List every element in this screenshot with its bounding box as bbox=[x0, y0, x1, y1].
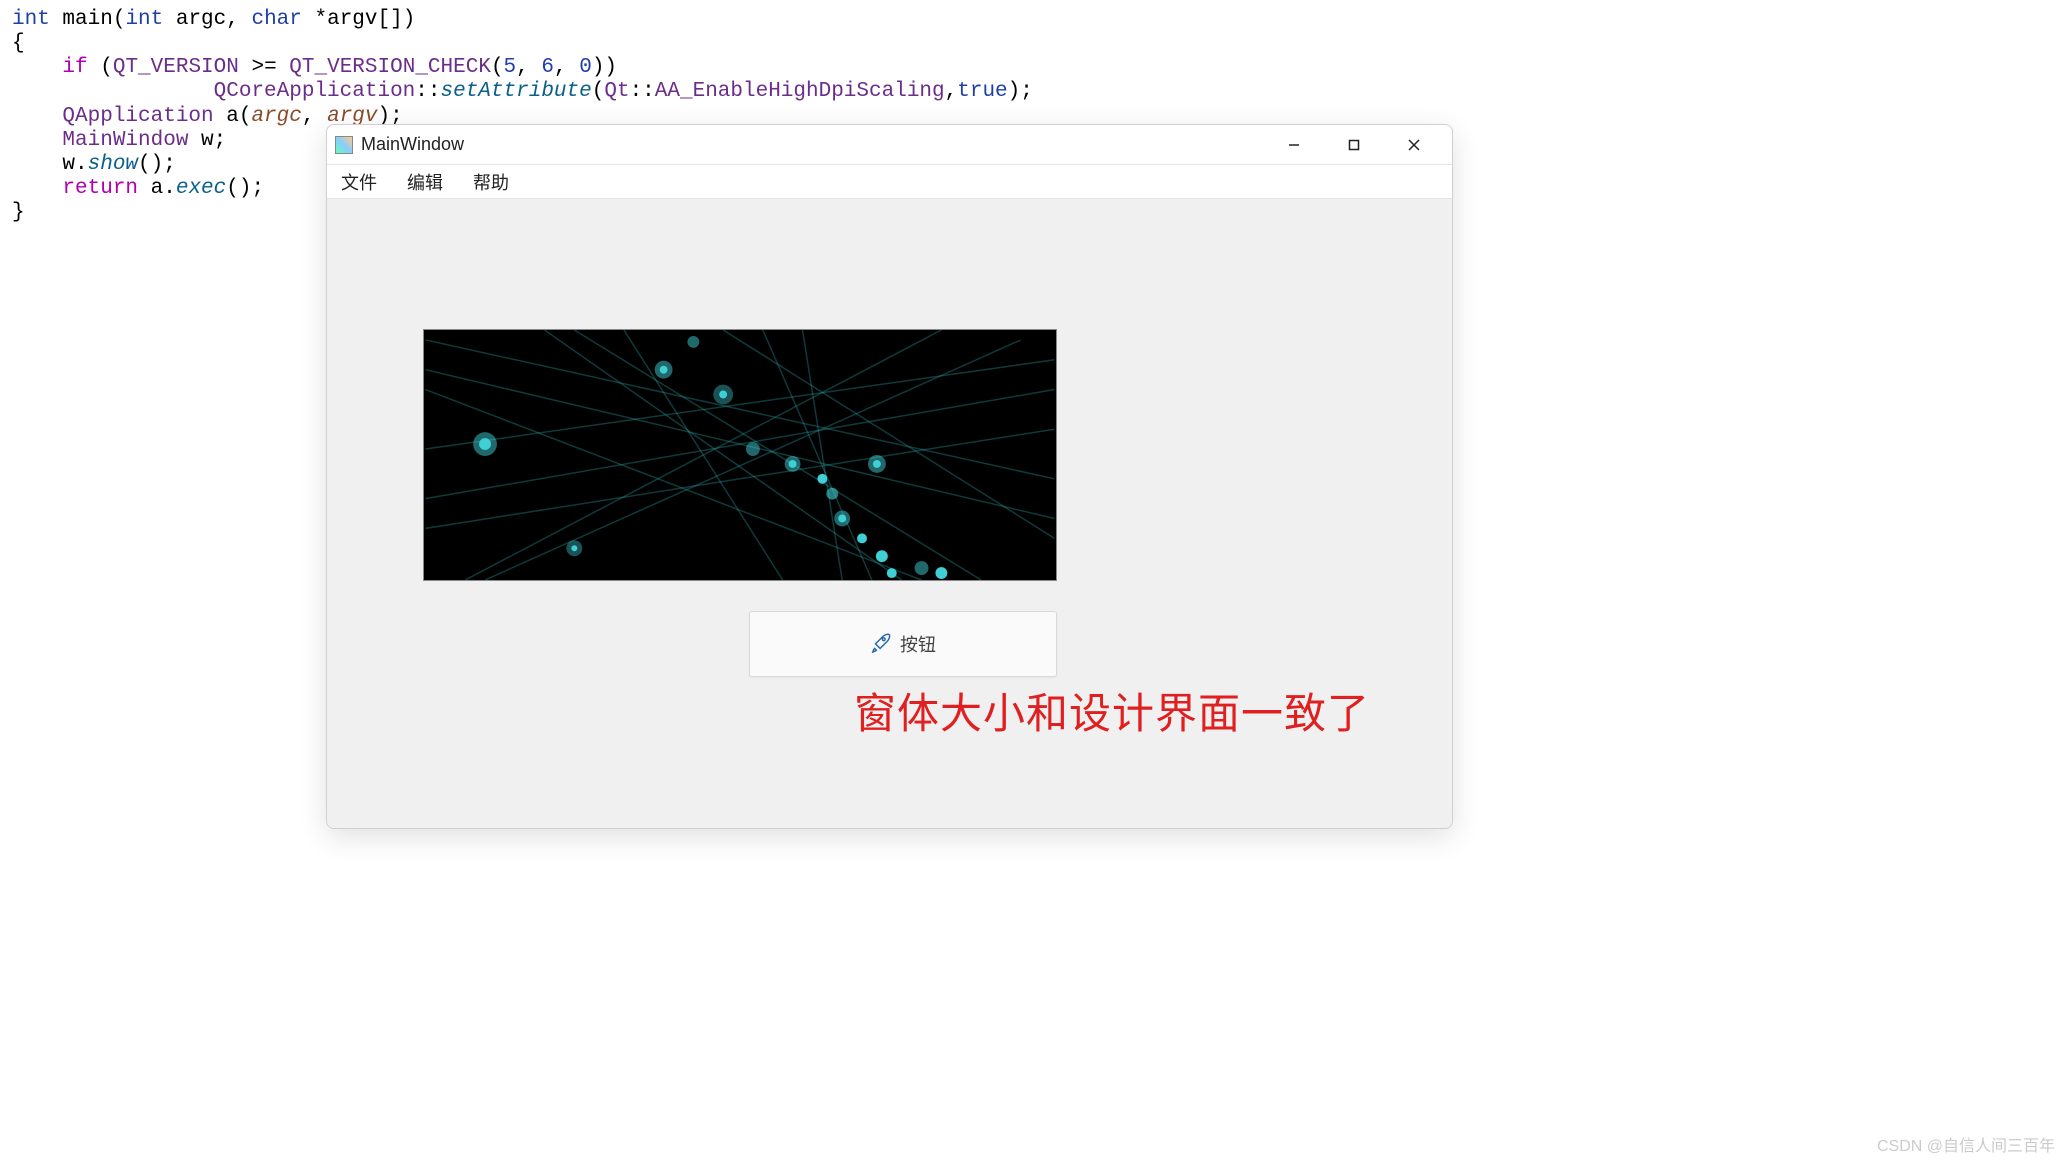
code-token: QT_VERSION bbox=[113, 56, 239, 79]
code-token: a. bbox=[138, 177, 176, 200]
annotation-text: 窗体大小和设计界面一致了 bbox=[854, 680, 1370, 741]
app-icon bbox=[335, 136, 353, 154]
rocket-icon bbox=[870, 631, 892, 658]
minimize-button[interactable] bbox=[1264, 125, 1324, 165]
code-token: char bbox=[251, 8, 301, 31]
code-token: argc, bbox=[163, 8, 251, 31]
code-token: { bbox=[12, 32, 25, 55]
code-token: main( bbox=[50, 8, 126, 31]
code-token: )) bbox=[592, 56, 617, 79]
code-token: ( bbox=[491, 56, 504, 79]
code-token: setAttribute bbox=[441, 80, 592, 103]
code-token: , bbox=[516, 56, 541, 79]
push-button[interactable]: 按钮 bbox=[749, 611, 1057, 677]
code-token: >= bbox=[239, 56, 289, 79]
code-token: return bbox=[12, 177, 138, 200]
code-token: 5 bbox=[504, 56, 517, 79]
code-token: w; bbox=[188, 129, 226, 152]
code-token: ( bbox=[592, 80, 605, 103]
code-token: int bbox=[125, 8, 163, 31]
code-token: (); bbox=[226, 177, 264, 200]
code-token: QT_VERSION_CHECK bbox=[289, 56, 491, 79]
code-token: MainWindow bbox=[12, 129, 188, 152]
code-token: w. bbox=[12, 153, 88, 176]
titlebar[interactable]: MainWindow bbox=[327, 125, 1452, 165]
code-token: true bbox=[957, 80, 1007, 103]
code-token: (); bbox=[138, 153, 176, 176]
code-token: a( bbox=[214, 105, 252, 128]
code-token: exec bbox=[176, 177, 226, 200]
code-token: ); bbox=[1008, 80, 1033, 103]
code-token: :: bbox=[630, 80, 655, 103]
code-token: 0 bbox=[579, 56, 592, 79]
code-token: } bbox=[12, 201, 25, 224]
code-token: QApplication bbox=[12, 105, 214, 128]
menu-edit[interactable]: 编辑 bbox=[401, 165, 449, 199]
network-graphic bbox=[424, 330, 1056, 580]
code-token: ( bbox=[88, 56, 113, 79]
image-label bbox=[423, 329, 1057, 581]
code-token: if bbox=[12, 56, 88, 79]
watermark: CSDN @自信人间三百年 bbox=[1877, 1132, 2055, 1156]
window-title: MainWindow bbox=[361, 134, 1264, 155]
close-button[interactable] bbox=[1384, 125, 1444, 165]
code-token bbox=[12, 80, 214, 103]
code-token: , bbox=[554, 56, 579, 79]
menubar: 文件 编辑 帮助 bbox=[327, 165, 1452, 199]
window-controls bbox=[1264, 125, 1444, 165]
code-token: int bbox=[12, 8, 50, 31]
push-button-label: 按钮 bbox=[900, 631, 936, 657]
code-token: AA_EnableHighDpiScaling bbox=[655, 80, 945, 103]
menu-help[interactable]: 帮助 bbox=[467, 165, 515, 199]
code-token: argc bbox=[251, 105, 301, 128]
code-token: 6 bbox=[541, 56, 554, 79]
code-token: show bbox=[88, 153, 138, 176]
code-token: *argv[]) bbox=[302, 8, 415, 31]
code-token: QCoreApplication bbox=[214, 80, 416, 103]
code-token: Qt bbox=[604, 80, 629, 103]
code-token: :: bbox=[415, 80, 440, 103]
menu-file[interactable]: 文件 bbox=[335, 165, 383, 199]
code-token: , bbox=[302, 105, 327, 128]
code-token: , bbox=[945, 80, 958, 103]
maximize-button[interactable] bbox=[1324, 125, 1384, 165]
